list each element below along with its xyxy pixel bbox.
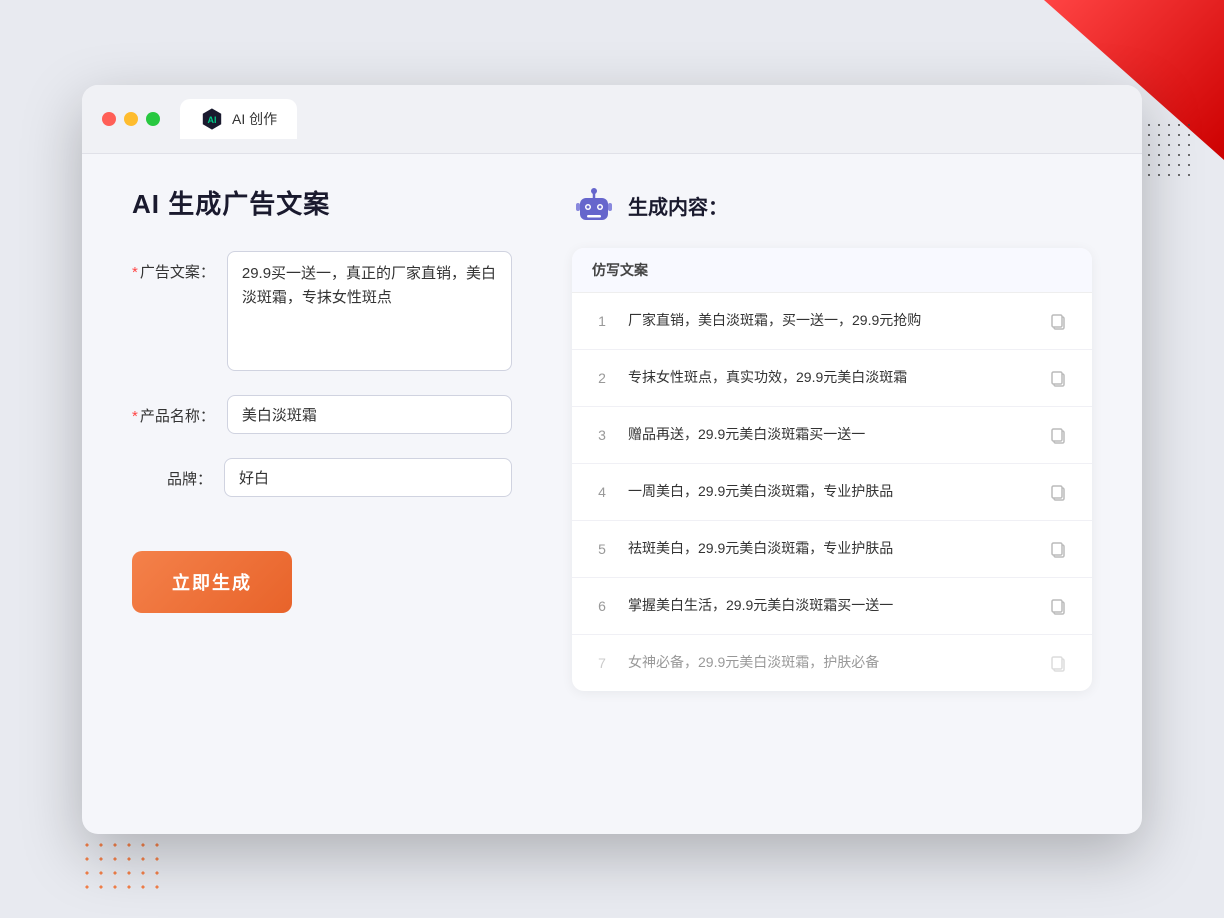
result-header-title: 生成内容： <box>628 191 728 220</box>
table-row: 3 赠品再送，29.9元美白淡斑霜买一送一 <box>572 407 1092 464</box>
label-product-name: *产品名称： <box>132 395 215 426</box>
row-text-4: 一周美白，29.9元美白淡斑霜，专业护肤品 <box>628 481 1028 502</box>
row-text-7: 女神必备，29.9元美白淡斑霜，护肤必备 <box>628 652 1028 673</box>
svg-text:AI: AI <box>208 115 217 125</box>
table-header: 仿写文案 <box>572 248 1092 293</box>
row-text-2: 专抹女性斑点，真实功效，29.9元美白淡斑霜 <box>628 367 1028 388</box>
row-text-5: 祛斑美白，29.9元美白淡斑霜，专业护肤品 <box>628 538 1028 559</box>
row-text-6: 掌握美白生活，29.9元美白淡斑霜买一送一 <box>628 595 1028 616</box>
row-num-1: 1 <box>592 313 612 329</box>
generate-button[interactable]: 立即生成 <box>132 551 292 613</box>
row-num-2: 2 <box>592 370 612 386</box>
input-ad-copy[interactable]: 29.9买一送一，真正的厂家直销，美白淡斑霜，专抹女性斑点 <box>227 251 512 371</box>
dot-pattern-right <box>1134 120 1194 180</box>
row-num-5: 5 <box>592 541 612 557</box>
dot-pattern-bottom-left <box>80 838 160 898</box>
form-group-brand: 品牌： <box>132 458 512 497</box>
required-star-product-name: * <box>132 408 138 425</box>
row-text-3: 赠品再送，29.9元美白淡斑霜买一送一 <box>628 424 1028 445</box>
minimize-button[interactable] <box>124 112 138 126</box>
copy-icon-2[interactable] <box>1044 364 1072 392</box>
copy-icon-4[interactable] <box>1044 478 1072 506</box>
label-ad-copy: *广告文案： <box>132 251 215 282</box>
ai-tab[interactable]: AI AI 创作 <box>180 99 297 139</box>
page-title: AI 生成广告文案 <box>132 184 512 221</box>
table-row: 1 厂家直销，美白淡斑霜，买一送一，29.9元抢购 <box>572 293 1092 350</box>
copy-icon-3[interactable] <box>1044 421 1072 449</box>
table-row: 6 掌握美白生活，29.9元美白淡斑霜买一送一 <box>572 578 1092 635</box>
table-row: 2 专抹女性斑点，真实功效，29.9元美白淡斑霜 <box>572 350 1092 407</box>
robot-icon <box>572 184 616 228</box>
table-row: 4 一周美白，29.9元美白淡斑霜，专业护肤品 <box>572 464 1092 521</box>
result-header: 生成内容： <box>572 184 1092 228</box>
copy-icon-6[interactable] <box>1044 592 1072 620</box>
browser-window: AI AI 创作 AI 生成广告文案 *广告文案： 29.9买一送一，真正的厂家… <box>82 85 1142 834</box>
row-num-7: 7 <box>592 655 612 671</box>
right-panel: 生成内容： 仿写文案 1 厂家直销，美白淡斑霜，买一送一，29.9元抢购 <box>572 184 1092 794</box>
left-panel: AI 生成广告文案 *广告文案： 29.9买一送一，真正的厂家直销，美白淡斑霜，… <box>132 184 512 794</box>
tab-label: AI 创作 <box>232 109 277 129</box>
ai-tab-icon: AI <box>200 107 224 131</box>
maximize-button[interactable] <box>146 112 160 126</box>
row-num-3: 3 <box>592 427 612 443</box>
row-num-4: 4 <box>592 484 612 500</box>
copy-icon-5[interactable] <box>1044 535 1072 563</box>
required-star-ad-copy: * <box>132 264 138 281</box>
row-text-1: 厂家直销，美白淡斑霜，买一送一，29.9元抢购 <box>628 310 1028 331</box>
form-group-product-name: *产品名称： <box>132 395 512 434</box>
input-product-name[interactable] <box>227 395 512 434</box>
label-brand: 品牌： <box>132 458 212 489</box>
results-table: 仿写文案 1 厂家直销，美白淡斑霜，买一送一，29.9元抢购 2 专抹女性斑点，… <box>572 248 1092 691</box>
copy-icon-1[interactable] <box>1044 307 1072 335</box>
title-bar: AI AI 创作 <box>82 85 1142 154</box>
row-num-6: 6 <box>592 598 612 614</box>
form-group-ad-copy: *广告文案： 29.9买一送一，真正的厂家直销，美白淡斑霜，专抹女性斑点 <box>132 251 512 371</box>
table-row: 7 女神必备，29.9元美白淡斑霜，护肤必备 <box>572 635 1092 691</box>
copy-icon-7[interactable] <box>1044 649 1072 677</box>
traffic-lights <box>102 112 160 126</box>
main-content: AI 生成广告文案 *广告文案： 29.9买一送一，真正的厂家直销，美白淡斑霜，… <box>82 154 1142 834</box>
input-brand[interactable] <box>224 458 512 497</box>
close-button[interactable] <box>102 112 116 126</box>
table-row: 5 祛斑美白，29.9元美白淡斑霜，专业护肤品 <box>572 521 1092 578</box>
